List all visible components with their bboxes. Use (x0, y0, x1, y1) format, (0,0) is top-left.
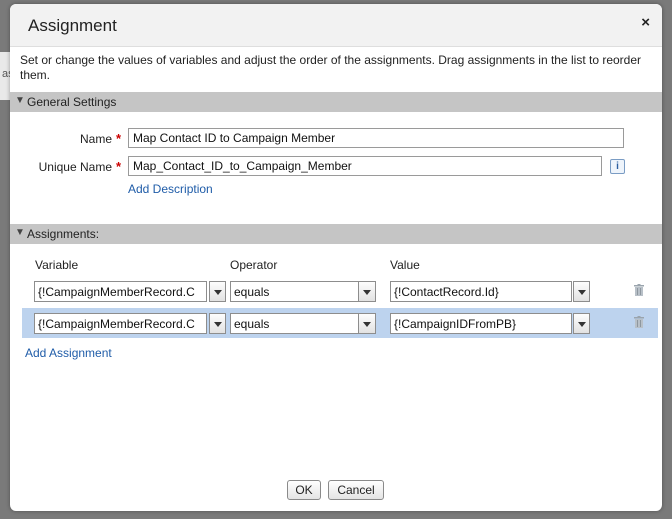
dropdown-arrow-icon[interactable] (358, 314, 375, 333)
required-marker: * (116, 131, 122, 146)
variable-field[interactable]: {!CampaignMemberRecord.C (34, 313, 207, 334)
variable-dropdown-button[interactable] (209, 281, 226, 302)
name-label: Name (79, 132, 112, 146)
value-field[interactable]: {!CampaignIDFromPB} (390, 313, 572, 334)
assignments-label: Assignments: (27, 227, 100, 241)
add-description-link[interactable]: Add Description (128, 182, 213, 196)
operator-select[interactable]: equals (230, 281, 376, 302)
collapse-triangle-icon[interactable]: ▼ (15, 227, 25, 238)
cancel-button[interactable]: Cancel (328, 480, 384, 500)
dropdown-arrow-icon[interactable] (358, 282, 375, 301)
info-icon[interactable]: i (610, 159, 625, 174)
ok-button[interactable]: OK (287, 480, 321, 500)
operator-column-header: Operator (230, 258, 278, 272)
assignments-header[interactable]: ▼ Assignments: (10, 224, 662, 244)
trash-icon[interactable] (634, 284, 644, 296)
operator-select[interactable]: equals (230, 313, 376, 334)
add-assignment-link[interactable]: Add Assignment (25, 346, 112, 360)
value-value: {!ContactRecord.Id} (394, 285, 499, 299)
trash-icon[interactable] (634, 316, 644, 328)
variable-value: {!CampaignMemberRecord.C (38, 317, 195, 331)
assignment-row[interactable]: {!CampaignMemberRecord.C equals {!Campai… (22, 308, 658, 338)
dialog-description: Set or change the values of variables an… (20, 53, 642, 82)
unique-name-label: Unique Name (38, 160, 112, 174)
required-marker: * (116, 159, 122, 174)
variable-field[interactable]: {!CampaignMemberRecord.C (34, 281, 207, 302)
general-settings-header[interactable]: ▼ General Settings (10, 92, 662, 112)
value-field[interactable]: {!ContactRecord.Id} (390, 281, 572, 302)
dialog-header: Assignment × (10, 4, 662, 47)
variable-column-header: Variable (35, 258, 79, 272)
value-dropdown-button[interactable] (573, 313, 590, 334)
collapse-triangle-icon[interactable]: ▼ (15, 95, 25, 106)
operator-value: equals (234, 285, 270, 299)
value-value: {!CampaignIDFromPB} (394, 317, 517, 331)
general-settings-label: General Settings (27, 95, 117, 109)
value-column-header: Value (390, 258, 420, 272)
assignment-row[interactable]: {!CampaignMemberRecord.C equals {!Contac… (22, 276, 658, 306)
operator-value: equals (234, 317, 270, 331)
variable-value: {!CampaignMemberRecord.C (38, 285, 195, 299)
value-dropdown-button[interactable] (573, 281, 590, 302)
name-input[interactable] (128, 128, 624, 148)
variable-dropdown-button[interactable] (209, 313, 226, 334)
unique-name-input[interactable] (128, 156, 602, 176)
dialog-title: Assignment (28, 16, 117, 35)
close-icon[interactable]: × (641, 14, 650, 31)
assignment-dialog: Assignment × Set or change the values of… (10, 4, 662, 511)
